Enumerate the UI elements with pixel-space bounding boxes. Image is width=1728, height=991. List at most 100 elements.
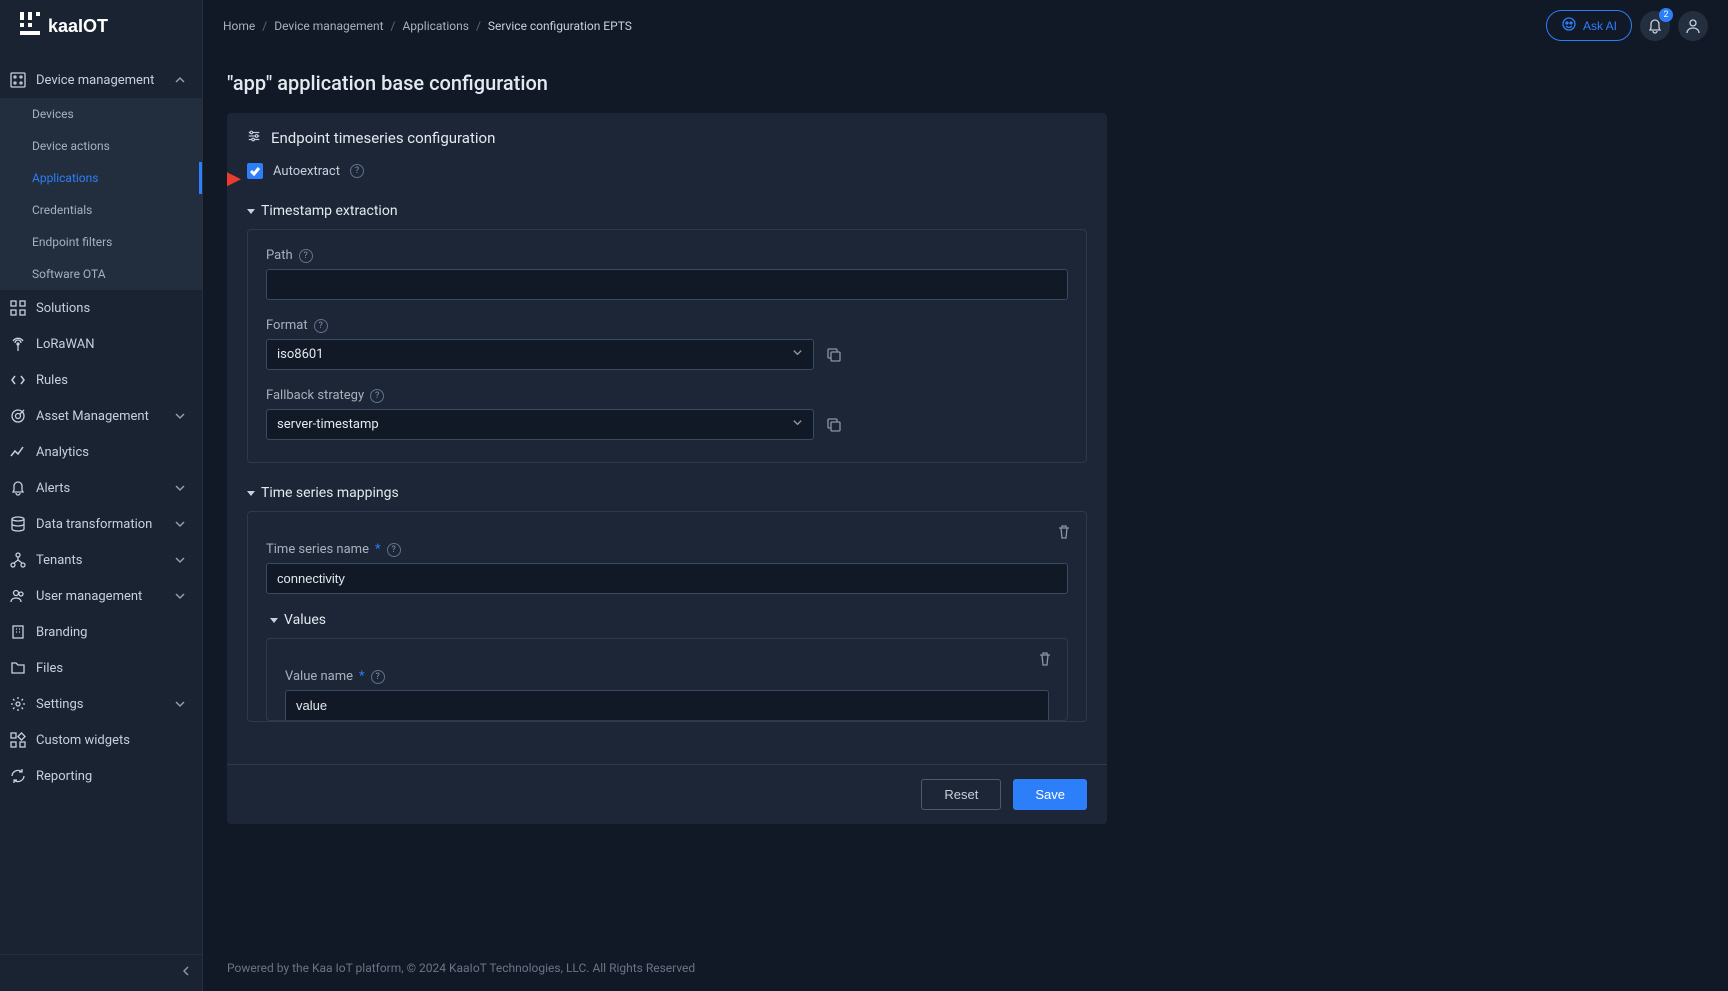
- sidebar-item-label: Custom widgets: [36, 733, 186, 748]
- value-name-input[interactable]: [285, 690, 1049, 720]
- sidebar-item-label: Settings: [36, 697, 164, 712]
- sidebar-collapse-button[interactable]: [180, 965, 192, 981]
- sidebar-item-label: Analytics: [36, 445, 186, 460]
- format-select[interactable]: iso8601: [266, 339, 814, 370]
- target-icon: [10, 408, 26, 424]
- sidebar-item-label: User management: [36, 589, 164, 604]
- sidebar-item-asset-management[interactable]: Asset Management: [0, 398, 202, 434]
- values-box: Value name* ?: [266, 638, 1068, 721]
- help-icon[interactable]: ?: [371, 670, 385, 684]
- path-field: Path ?: [266, 248, 1068, 300]
- sidebar-item-alerts[interactable]: Alerts: [0, 470, 202, 506]
- delete-mapping-button[interactable]: [1056, 524, 1074, 542]
- chevron-up-icon: [174, 74, 186, 86]
- ask-ai-label: Ask AI: [1583, 19, 1617, 33]
- delete-value-button[interactable]: [1037, 651, 1055, 669]
- help-icon[interactable]: ?: [314, 319, 328, 333]
- sidebar-item-custom-widgets[interactable]: Custom widgets: [0, 722, 202, 758]
- triangle-down-icon: [247, 209, 255, 214]
- sidebar-item-label: Reporting: [36, 769, 186, 784]
- chevron-down-icon: [174, 410, 186, 422]
- field-label: Format: [266, 318, 308, 333]
- sidebar-footer: [0, 954, 202, 991]
- sidebar-item-lorawan[interactable]: LoRaWAN: [0, 326, 202, 362]
- sidebar-item-label: Tenants: [36, 553, 164, 568]
- code-icon: [10, 372, 26, 388]
- select-value: server-timestamp: [277, 417, 379, 432]
- sidebar-item-analytics[interactable]: Analytics: [0, 434, 202, 470]
- save-button[interactable]: Save: [1013, 779, 1087, 810]
- tree-icon: [10, 552, 26, 568]
- sidebar-subitem-applications[interactable]: Applications: [0, 162, 202, 194]
- users-icon: [10, 588, 26, 604]
- svg-text:kaaIOT: kaaIOT: [48, 16, 108, 36]
- fallback-field: Fallback strategy ? server-timestamp: [266, 388, 1068, 440]
- sidebar-item-rules[interactable]: Rules: [0, 362, 202, 398]
- sidebar-item-label: Branding: [36, 625, 186, 640]
- sidebar-item-branding[interactable]: Branding: [0, 614, 202, 650]
- sidebar-subitem-device-actions[interactable]: Device actions: [0, 130, 202, 162]
- breadcrumb-applications[interactable]: Applications: [402, 19, 468, 33]
- required-marker: *: [359, 669, 365, 684]
- sidebar-item-settings[interactable]: Settings: [0, 686, 202, 722]
- content: "app" application base configuration End…: [203, 51, 1728, 945]
- panel-header: Endpoint timeseries configuration: [227, 113, 1107, 163]
- section-label: Values: [284, 612, 326, 628]
- footer-text: Powered by the Kaa IoT platform, © 2024 …: [203, 945, 1728, 991]
- sidebar-item-reporting[interactable]: Reporting: [0, 758, 202, 794]
- sidebar-item-label: Solutions: [36, 301, 186, 316]
- sidebar-item-label: Files: [36, 661, 186, 676]
- copy-button[interactable]: [824, 415, 844, 435]
- widgets-icon: [10, 732, 26, 748]
- sidebar-item-label: Device management: [36, 73, 164, 88]
- sidebar-item-label: Alerts: [36, 481, 164, 496]
- sidebar-subitem-devices[interactable]: Devices: [0, 98, 202, 130]
- values-section-toggle[interactable]: Values: [270, 612, 1068, 628]
- autoextract-label: Autoextract: [273, 164, 340, 179]
- breadcrumb-sep: /: [262, 19, 267, 33]
- sidebar-item-device-management[interactable]: Device management: [0, 62, 202, 98]
- help-icon[interactable]: ?: [299, 249, 313, 263]
- field-label: Path: [266, 248, 293, 263]
- help-icon[interactable]: ?: [387, 543, 401, 557]
- breadcrumb-home[interactable]: Home: [223, 19, 255, 33]
- refresh-icon: [10, 768, 26, 784]
- breadcrumb-sep: /: [476, 19, 481, 33]
- triangle-down-icon: [247, 491, 255, 496]
- fallback-select[interactable]: server-timestamp: [266, 409, 814, 440]
- notifications-button[interactable]: 2: [1640, 11, 1670, 41]
- sidebar-subitem-credentials[interactable]: Credentials: [0, 194, 202, 226]
- sidebar-item-files[interactable]: Files: [0, 650, 202, 686]
- sidebar-subitem-software-ota[interactable]: Software OTA: [0, 258, 202, 290]
- autoextract-row: Autoextract ?: [247, 163, 1087, 199]
- main-area: Home / Device management / Applications …: [203, 0, 1728, 991]
- sidebar-subitem-endpoint-filters[interactable]: Endpoint filters: [0, 226, 202, 258]
- panel-footer: Reset Save: [227, 764, 1107, 824]
- timestamp-section-toggle[interactable]: Timestamp extraction: [247, 203, 1087, 219]
- breadcrumb-device-management[interactable]: Device management: [274, 19, 383, 33]
- sidebar-item-data-transformation[interactable]: Data transformation: [0, 506, 202, 542]
- help-icon[interactable]: ?: [370, 389, 384, 403]
- help-icon[interactable]: ?: [350, 164, 364, 178]
- sidebar-item-solutions[interactable]: Solutions: [0, 290, 202, 326]
- chevron-down-icon: [792, 417, 803, 432]
- ask-ai-button[interactable]: Ask AI: [1546, 10, 1632, 41]
- brand-logo: kaaIOT: [20, 12, 180, 40]
- logo-area: kaaIOT: [0, 0, 202, 62]
- mappings-section-toggle[interactable]: Time series mappings: [247, 485, 1087, 501]
- sidebar-item-user-management[interactable]: User management: [0, 578, 202, 614]
- gear-icon: [10, 696, 26, 712]
- profile-button[interactable]: [1678, 11, 1708, 41]
- copy-button[interactable]: [824, 345, 844, 365]
- panel-title: Endpoint timeseries configuration: [271, 129, 495, 147]
- ts-name-input[interactable]: [266, 563, 1068, 594]
- autoextract-checkbox[interactable]: [247, 163, 263, 179]
- required-marker: *: [375, 542, 381, 557]
- reset-button[interactable]: Reset: [921, 779, 1001, 810]
- timestamp-extraction-box: Path ? Format ? iso8601: [247, 229, 1087, 463]
- format-field: Format ? iso8601: [266, 318, 1068, 370]
- path-input[interactable]: [266, 269, 1068, 300]
- grid-icon: [10, 300, 26, 316]
- sidebar-item-tenants[interactable]: Tenants: [0, 542, 202, 578]
- value-name-field: Value name* ?: [285, 669, 1049, 720]
